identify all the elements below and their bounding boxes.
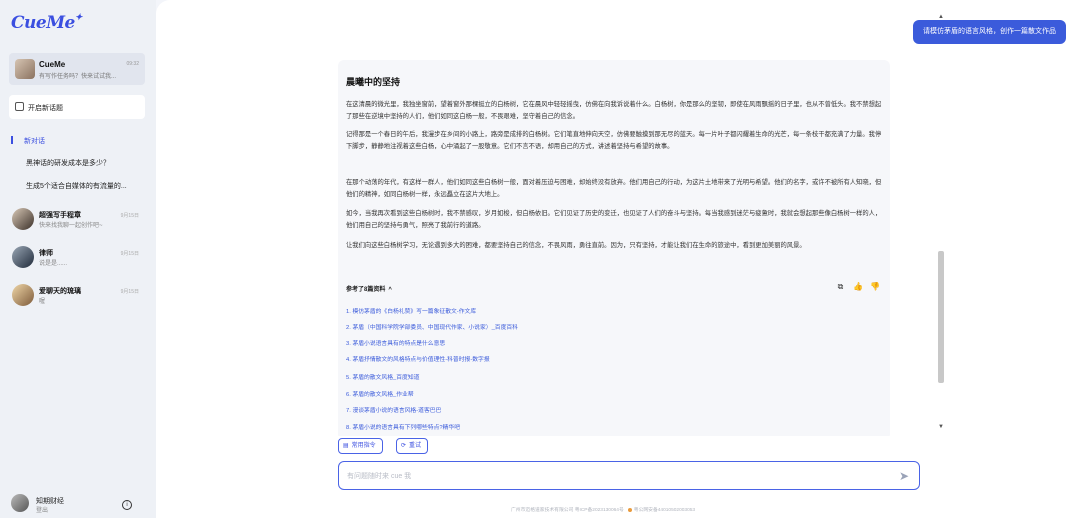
agent-name: 爱聊天的琉璃 bbox=[39, 288, 81, 295]
reference-link[interactable]: 1. 模仿茅盾的《白杨礼赞》写一篇象征散文-作文库 bbox=[346, 306, 476, 315]
reference-link[interactable]: 6. 茅盾的散文风格_作业帮 bbox=[346, 389, 414, 398]
answer-paragraph: 记得那是一个春日的午后，我漫步在乡间的小路上，路旁是成排的白杨树。它们笔直地伸向… bbox=[346, 131, 882, 150]
new-chat-icon bbox=[15, 102, 24, 111]
avatar bbox=[12, 208, 34, 230]
scroll-down-icon[interactable]: ▼ bbox=[937, 424, 945, 432]
conversation-group-current[interactable]: 新对话 bbox=[11, 136, 45, 146]
agent-date: 9月15日 bbox=[120, 213, 139, 219]
chevron-up-icon: ^ bbox=[388, 287, 392, 293]
scroll-up-icon[interactable]: ▲ bbox=[937, 14, 945, 22]
answer-paragraph: 在这清晨的微光里，我独坐窗前，望着窗外那棵挺立的白杨树，它在晨风中轻轻摇曳，仿佛… bbox=[346, 101, 882, 120]
message-input-box[interactable]: ➤ bbox=[338, 461, 920, 490]
reference-link[interactable]: 4. 茅盾抒情散文的风格特点与价值理性-科普时报-数字报 bbox=[346, 354, 490, 363]
logout-link[interactable]: 登出 bbox=[36, 505, 48, 514]
agent-description: 快来找我聊一起创作吧~ bbox=[39, 223, 103, 229]
command-icon: ▤ bbox=[343, 443, 349, 449]
main-panel: 请模仿茅盾的语言风格，创作一篇散文作品 晨曦中的坚持 在这清晨的微光里，我独坐窗… bbox=[156, 0, 1080, 518]
police-badge-icon bbox=[627, 507, 632, 512]
reference-link[interactable]: 7. 漫谈茅盾小说的语言风格-道客巴巴 bbox=[346, 405, 441, 414]
user-avatar bbox=[11, 494, 29, 512]
thumbs-down-icon[interactable]: 👎 bbox=[870, 282, 880, 291]
reference-link[interactable]: 3. 茅盾小说语言具有的特点是什么意思 bbox=[346, 338, 445, 347]
info-icon[interactable]: i bbox=[122, 500, 132, 510]
assistant-answer: 晨曦中的坚持 在这清晨的微光里，我独坐窗前，望着窗外那棵挺立的白杨树，它在晨风中… bbox=[338, 60, 890, 436]
new-topic-button[interactable]: 开启新话题 bbox=[9, 95, 145, 119]
reference-link[interactable]: 2. 茅盾（中国科学院学部委员、中国现代作家、小说家）_百度百科 bbox=[346, 322, 518, 331]
answer-title: 晨曦中的坚持 bbox=[346, 77, 401, 87]
app-logo[interactable]: CueMe✦ bbox=[11, 13, 82, 33]
agent-name: 超强写手程章 bbox=[39, 212, 81, 219]
reference-link[interactable]: 8. 茅盾小说的语言具有下列哪些特点?精华吧 bbox=[346, 422, 460, 431]
refresh-icon: ⟳ bbox=[401, 443, 407, 449]
agent-description: 喔 bbox=[39, 299, 46, 305]
references-toggle[interactable]: 参考了8篇资料 ^ bbox=[346, 284, 392, 293]
sidebar: CueMe✦ CueMe 有写作任务吗？快来试试我... 09:32 开启新话题… bbox=[0, 0, 156, 518]
user-message: 请模仿茅盾的语言风格，创作一篇散文作品 bbox=[913, 20, 1066, 44]
active-indicator bbox=[11, 136, 13, 144]
answer-paragraph: 让我们向这些白杨树学习，无论遇到多大的困难，都要坚持自己的信念，不畏风雨，勇往直… bbox=[346, 242, 806, 249]
avatar bbox=[12, 284, 34, 306]
common-commands-button[interactable]: ▤ 常用指令 bbox=[338, 438, 383, 454]
sparkle-icon: ✦ bbox=[74, 13, 83, 23]
copy-icon[interactable]: ⧉ bbox=[836, 282, 845, 291]
message-input[interactable] bbox=[347, 469, 877, 483]
agent-item[interactable]: 爱聊天的琉璃 喔 9月15日 bbox=[12, 284, 147, 312]
send-icon[interactable]: ➤ bbox=[897, 469, 911, 483]
assistant-name: CueMe bbox=[39, 60, 66, 69]
assistant-time: 09:32 bbox=[126, 61, 139, 67]
answer-paragraph: 如今，当我再次看到这些白杨树时，我不禁感叹，岁月如梭，但白杨依旧。它们见证了历史… bbox=[346, 210, 882, 229]
agent-item[interactable]: 超强写手程章 快来找我聊一起创作吧~ 9月15日 bbox=[12, 208, 147, 236]
avatar bbox=[12, 246, 34, 268]
agent-description: 说是是...... bbox=[39, 261, 68, 267]
answer-paragraph: 在那个动荡的年代，有这样一群人，他们如同这些白杨树一般，面对着压迫与困难，却始终… bbox=[346, 179, 882, 198]
new-topic-label: 开启新话题 bbox=[28, 105, 63, 112]
conversation-item[interactable]: 黑神话的研发成本是多少？ bbox=[26, 158, 110, 168]
conversation-item[interactable]: 生成5个适合自媒体的有流量的... bbox=[26, 181, 127, 191]
retry-button[interactable]: ⟳ 重试 bbox=[396, 438, 429, 454]
reference-link[interactable]: 5. 茅盾的散文风格_百度知道 bbox=[346, 372, 419, 381]
chat-scrollbar[interactable]: ▲ ▼ bbox=[937, 14, 945, 434]
footer: 广州市迈格道家技术有限公司 粤ICP备2023130064号 粤公网安备44010… bbox=[511, 507, 696, 513]
assistant-subtitle: 有写作任务吗？快来试试我... bbox=[39, 74, 117, 80]
cueme-assistant-card[interactable]: CueMe 有写作任务吗？快来试试我... 09:32 bbox=[9, 53, 145, 85]
user-profile[interactable]: 知期财经 登出 i bbox=[11, 494, 146, 516]
avatar bbox=[15, 59, 35, 79]
agent-item[interactable]: 律师 说是是...... 9月15日 bbox=[12, 246, 147, 274]
agent-date: 9月15日 bbox=[120, 289, 139, 295]
agent-date: 9月15日 bbox=[120, 251, 139, 257]
chat-area: 请模仿茅盾的语言风格，创作一篇散文作品 晨曦中的坚持 在这清晨的微光里，我独坐窗… bbox=[336, 0, 1080, 436]
conversation-group-label: 新对话 bbox=[24, 138, 45, 145]
thumbs-up-icon[interactable]: 👍 bbox=[853, 282, 863, 291]
scrollbar-thumb[interactable] bbox=[938, 251, 944, 383]
agent-name: 律师 bbox=[39, 250, 53, 257]
